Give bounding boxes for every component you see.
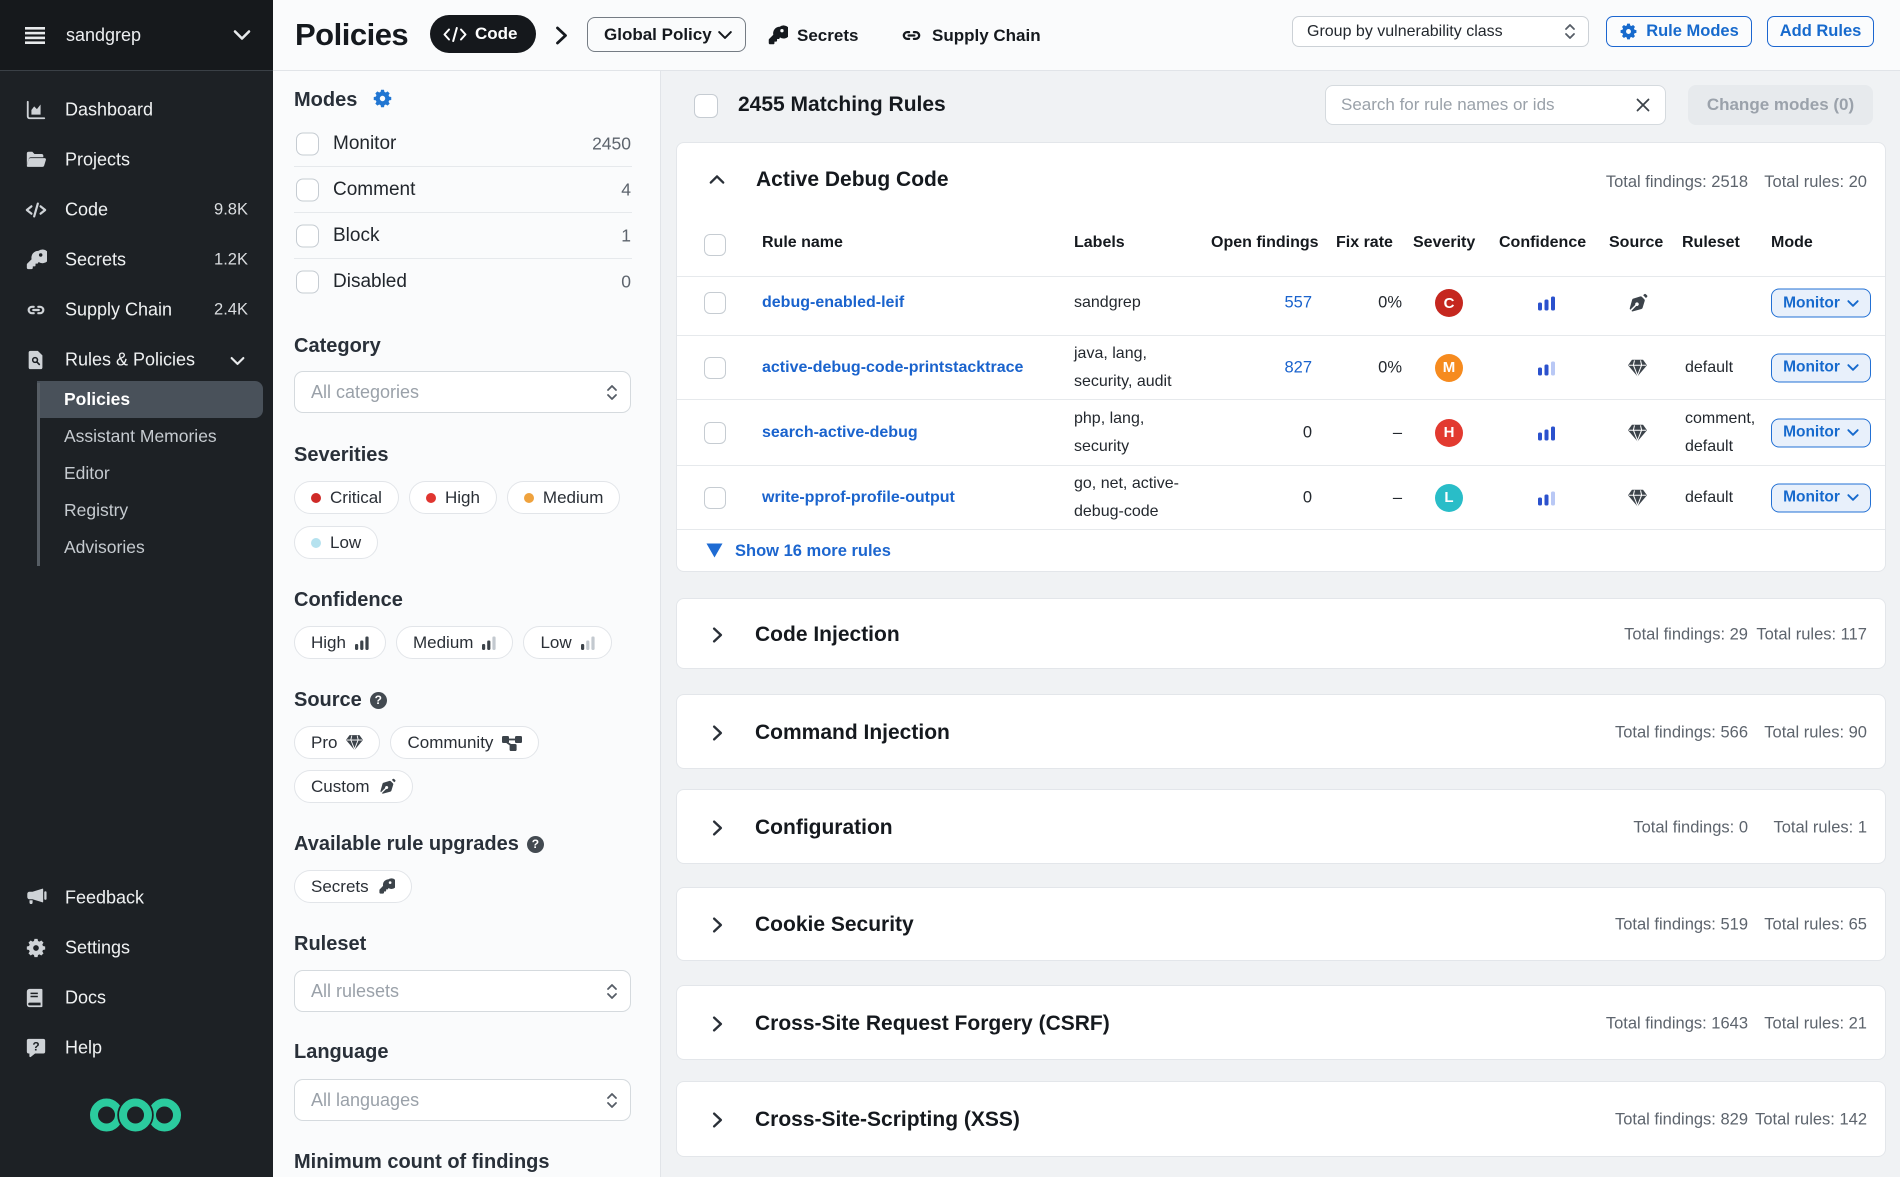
svg-text:?: ? — [32, 1039, 39, 1053]
